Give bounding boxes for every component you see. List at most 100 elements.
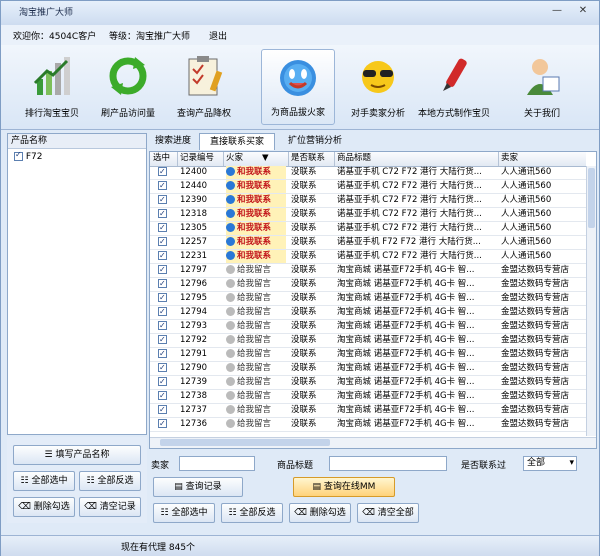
row-checkbox[interactable]	[158, 362, 167, 374]
tab-contact-buyers[interactable]: 直接联系买家	[199, 133, 275, 150]
grid-select-all-button[interactable]: ☷ 全部选中	[153, 503, 215, 523]
row-checkbox[interactable]	[158, 418, 167, 430]
tool-find-buyers[interactable]: 为商品拔火家	[261, 49, 335, 125]
row-checkbox[interactable]	[158, 334, 167, 346]
contact-select[interactable]: 全部 ▾	[523, 456, 577, 471]
title-input[interactable]	[329, 456, 447, 471]
col-contacted[interactable]: 是否联系	[291, 152, 333, 165]
product-checkbox[interactable]	[14, 150, 23, 161]
row-checkbox[interactable]	[158, 264, 167, 276]
table-row[interactable]: 12400 和我联系 没联系 诺基亚手机 C72 F72 港行 大陆行货... 人人通讯…	[150, 166, 586, 180]
query-online-button[interactable]: ▤ 查询在线MM	[293, 477, 395, 497]
tool-analyze-competitor[interactable]: 对手卖家分析	[341, 49, 415, 125]
table-row[interactable]: 12797 给我留言 没联系 淘宝商城 诺基亚F72手机 4G卡 智... 金盟达数码专…	[150, 264, 586, 278]
table-row[interactable]: 12796 给我留言 没联系 淘宝商城 诺基亚F72手机 4G卡 智... 金盟达数码专…	[150, 278, 586, 292]
contact-tag[interactable]: 和我联系	[226, 194, 286, 207]
table-row[interactable]: 12795 给我留言 没联系 淘宝商城 诺基亚F72手机 4G卡 智... 金盟达数码专…	[150, 292, 586, 306]
tool-boost-visits[interactable]: 刷产品访问量	[91, 49, 165, 125]
contact-tag[interactable]: 给我留言	[226, 362, 286, 375]
contact-tag[interactable]: 给我留言	[226, 334, 286, 347]
contact-tag[interactable]: 和我联系	[226, 180, 286, 193]
close-button[interactable]: ✕	[575, 4, 591, 18]
edit-product-name-button[interactable]: ☰ 填写产品名称	[13, 445, 141, 465]
tool-about-us[interactable]: 关于我们	[505, 49, 579, 125]
row-checkbox[interactable]	[158, 180, 167, 192]
table-row[interactable]: 12794 给我留言 没联系 淘宝商城 诺基亚F72手机 4G卡 智... 金盟达数码专…	[150, 306, 586, 320]
contact-tag[interactable]: 给我留言	[226, 292, 286, 305]
contact-tag[interactable]: 给我留言	[226, 418, 286, 431]
filter-icon[interactable]: ▼	[262, 152, 270, 165]
grid-delete-button[interactable]: ⌫ 删除勾选	[289, 503, 351, 523]
logout-link[interactable]: 退出	[209, 29, 227, 42]
row-checkbox[interactable]	[158, 292, 167, 304]
left-invert-button[interactable]: ☷ 全部反选	[79, 471, 141, 491]
table-row[interactable]: 12257 和我联系 没联系 诺基亚手机 F72 F72 港行 大陆行货... 人人通讯…	[150, 236, 586, 250]
table-row[interactable]: 12793 给我留言 没联系 淘宝商城 诺基亚F72手机 4G卡 智... 金盟达数码专…	[150, 320, 586, 334]
col-select[interactable]: 选中	[153, 152, 177, 165]
table-row[interactable]: 12791 给我留言 没联系 淘宝商城 诺基亚F72手机 4G卡 智... 金盟达数码专…	[150, 348, 586, 362]
col-seller[interactable]: 卖家	[501, 152, 581, 165]
row-checkbox[interactable]	[158, 250, 167, 262]
left-select-all-button[interactable]: ☷ 全部选中	[13, 471, 75, 491]
row-checkbox[interactable]	[158, 166, 167, 178]
table-row[interactable]: 12390 和我联系 没联系 诺基亚手机 C72 F72 港行 大陆行货... 人人通讯…	[150, 194, 586, 208]
col-hot[interactable]: 火家	[226, 152, 266, 165]
tab-search-progress[interactable]: 搜索进度	[149, 133, 197, 150]
grid-horizontal-scrollbar[interactable]	[150, 437, 596, 448]
row-checkbox[interactable]	[158, 208, 167, 220]
table-row[interactable]: 12440 和我联系 没联系 诺基亚手机 C72 F72 港行 大陆行货... 人人通讯…	[150, 180, 586, 194]
table-row[interactable]: 12736 给我留言 没联系 淘宝商城 诺基亚F72手机 4G卡 智... 金盟达数码专…	[150, 418, 586, 432]
contact-tag[interactable]: 给我留言	[226, 376, 286, 389]
table-row[interactable]: 12790 给我留言 没联系 淘宝商城 诺基亚F72手机 4G卡 智... 金盟达数码专…	[150, 362, 586, 376]
table-row[interactable]: 12231 和我联系 没联系 诺基亚手机 C72 F72 港行 大陆行货... 人人通讯…	[150, 250, 586, 264]
contact-tag[interactable]: 和我联系	[226, 250, 286, 263]
grid-invert-button[interactable]: ☷ 全部反选	[221, 503, 283, 523]
contact-tag[interactable]: 给我留言	[226, 320, 286, 333]
table-row[interactable]: 12737 给我留言 没联系 淘宝商城 诺基亚F72手机 4G卡 智... 金盟达数码专…	[150, 404, 586, 418]
row-checkbox[interactable]	[158, 222, 167, 234]
left-clear-button[interactable]: ⌫ 清空记录	[79, 497, 141, 517]
row-checkbox[interactable]	[158, 320, 167, 332]
contact-tag[interactable]: 和我联系	[226, 222, 286, 235]
grid-vertical-scrollbar[interactable]	[586, 166, 596, 436]
contact-tag[interactable]: 和我联系	[226, 208, 286, 221]
scroll-thumb[interactable]	[588, 168, 595, 228]
contact-tag[interactable]: 给我留言	[226, 390, 286, 403]
row-checkbox[interactable]	[158, 348, 167, 360]
left-delete-button[interactable]: ⌫ 删除勾选	[13, 497, 75, 517]
contact-tag[interactable]: 给我留言	[226, 264, 286, 277]
contact-tag-label: 和我联系	[237, 209, 272, 219]
table-row[interactable]: 12318 和我联系 没联系 诺基亚手机 C72 F72 港行 大陆行货... 人人通讯…	[150, 208, 586, 222]
tool-local-make[interactable]: 本地方式制作宝贝	[417, 49, 491, 125]
query-records-button[interactable]: ▤ 查询记录	[153, 477, 243, 497]
contact-tag[interactable]: 给我留言	[226, 306, 286, 319]
row-checkbox[interactable]	[158, 306, 167, 318]
tool-rank-items[interactable]: 排行淘宝宝贝	[15, 49, 89, 125]
row-checkbox[interactable]	[158, 376, 167, 388]
col-title[interactable]: 商品标题	[337, 152, 487, 165]
seller-name: 人人通讯560	[501, 195, 552, 205]
tab-marketing-analysis[interactable]: 扩位营销分析	[279, 133, 351, 150]
table-row[interactable]: 12738 给我留言 没联系 淘宝商城 诺基亚F72手机 4G卡 智... 金盟达数码专…	[150, 390, 586, 404]
row-checkbox[interactable]	[158, 236, 167, 248]
row-checkbox[interactable]	[158, 194, 167, 206]
product-item[interactable]: F72	[14, 150, 43, 162]
seller-input[interactable]	[179, 456, 255, 471]
contact-tag[interactable]: 给我留言	[226, 278, 286, 291]
contact-tag[interactable]: 给我留言	[226, 404, 286, 417]
row-checkbox[interactable]	[158, 404, 167, 416]
col-record-id[interactable]: 记录编号	[180, 152, 222, 165]
table-row[interactable]: 12305 和我联系 没联系 诺基亚手机 C72 F72 港行 大陆行货... 人人通讯…	[150, 222, 586, 236]
tool-check-demotion[interactable]: 查询产品降权	[167, 49, 241, 125]
row-checkbox[interactable]	[158, 390, 167, 402]
message-icon	[226, 363, 235, 372]
scroll-thumb[interactable]	[160, 439, 330, 446]
contact-tag[interactable]: 给我留言	[226, 348, 286, 361]
row-checkbox[interactable]	[158, 278, 167, 290]
table-row[interactable]: 12739 给我留言 没联系 淘宝商城 诺基亚F72手机 4G卡 智... 金盟达数码专…	[150, 376, 586, 390]
contact-tag[interactable]: 和我联系	[226, 166, 286, 179]
table-row[interactable]: 12792 给我留言 没联系 淘宝商城 诺基亚F72手机 4G卡 智... 金盟达数码专…	[150, 334, 586, 348]
grid-clear-button[interactable]: ⌫ 清空全部	[357, 503, 419, 523]
contact-tag[interactable]: 和我联系	[226, 236, 286, 249]
minimize-button[interactable]: —	[549, 4, 565, 18]
